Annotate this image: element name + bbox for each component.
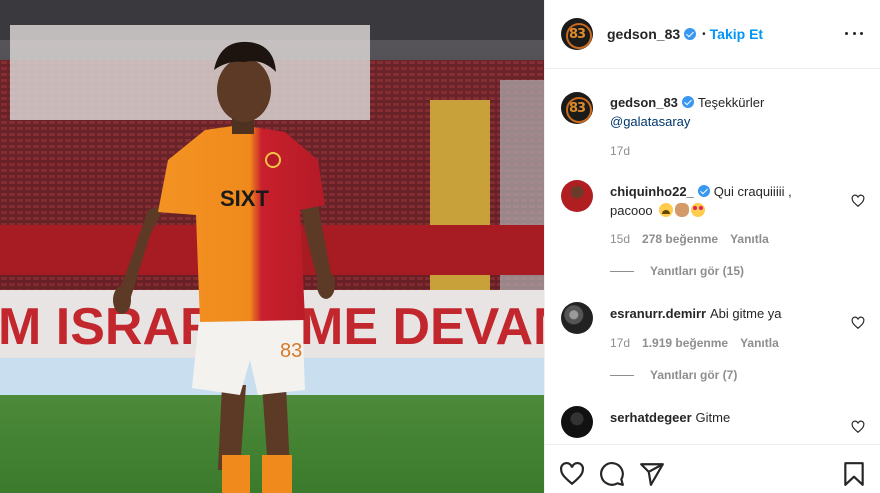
comment-icon[interactable] <box>599 461 625 487</box>
comment-text: Abi gitme ya <box>710 306 782 321</box>
comment-text: Qui craquiiiii , <box>713 184 792 199</box>
post-photo[interactable]: M ISRARLA ME DEVAM E 83 SIXT <box>0 0 544 493</box>
author-avatar-glyph: 83 <box>568 26 586 42</box>
post-image: M ISRARLA ME DEVAM E 83 SIXT <box>0 0 544 493</box>
comment-avatar[interactable] <box>561 180 593 212</box>
shorts-number: 83 <box>280 340 302 362</box>
post-header: 83 gedson_83 • Takip Et <box>545 0 880 69</box>
more-options-icon[interactable] <box>845 24 863 42</box>
share-icon[interactable] <box>639 461 665 487</box>
comment-meta: 15d 278 beğenme Yanıtla <box>610 232 769 246</box>
verified-badge-icon <box>681 96 694 108</box>
view-replies-button[interactable]: Yanıtları gör (15) <box>610 264 744 278</box>
header-separator: • <box>702 28 706 40</box>
view-replies-button[interactable]: Yanıtları gör (7) <box>610 368 737 382</box>
reply-button[interactable]: Yanıtla <box>740 336 779 350</box>
crying-face-emoji-icon <box>658 203 673 217</box>
bookmark-icon[interactable] <box>841 461 867 487</box>
banner-right-text: ME DEVAM E <box>300 298 544 356</box>
heart-icon[interactable] <box>851 316 865 330</box>
comments-list[interactable]: 83 gedson_83 Teşekkürler @galatasaray 17… <box>545 70 880 444</box>
reply-button[interactable]: Yanıtla <box>730 232 769 246</box>
post-actions-bar <box>545 444 880 493</box>
jersey-sponsor: SIXT <box>220 186 269 211</box>
caption-username[interactable]: gedson_83 <box>610 95 678 110</box>
caption-age: 17d <box>610 144 631 158</box>
comment-text-line2: pacooo <box>610 203 653 218</box>
view-replies-label: Yanıtları gör (7) <box>650 368 738 382</box>
heart-icon[interactable] <box>851 420 865 434</box>
comment-username[interactable]: esranurr.demirr <box>610 306 706 321</box>
verified-badge-icon <box>684 28 697 40</box>
caption-text: Teşekkürler <box>697 95 765 110</box>
author-username[interactable]: gedson_83 <box>607 26 680 42</box>
comment-username[interactable]: chiquinho22_ <box>610 184 694 199</box>
author-avatar[interactable]: 83 <box>561 18 593 50</box>
comment-age: 17d <box>610 336 631 350</box>
clapping-hands-emoji-icon <box>674 203 689 217</box>
verified-badge-icon <box>697 185 710 197</box>
comment-meta: 17d 1.919 beğenme Yanıtla <box>610 336 779 350</box>
post-side-panel: 83 gedson_83 • Takip Et 83 gedson_83 Teş… <box>544 0 880 493</box>
heart-eyes-emoji-icon <box>690 203 705 217</box>
heart-icon[interactable] <box>559 461 585 487</box>
caption-avatar[interactable]: 83 <box>561 92 593 124</box>
follow-button[interactable]: Takip Et <box>710 26 763 42</box>
caption-avatar-glyph: 83 <box>568 100 586 116</box>
heart-icon[interactable] <box>851 194 865 208</box>
comment-text: Gitme <box>695 410 731 425</box>
comment-avatar[interactable] <box>561 406 593 438</box>
comment-avatar[interactable] <box>561 302 593 334</box>
comment-username[interactable]: serhatdegeer <box>610 410 692 425</box>
comment-likes[interactable]: 1.919 beğenme <box>642 336 728 350</box>
comment-likes[interactable]: 278 beğenme <box>642 232 718 246</box>
comment-age: 15d <box>610 232 631 246</box>
view-replies-label: Yanıtları gör (15) <box>650 264 745 278</box>
caption-mention[interactable]: @galatasaray <box>610 114 690 129</box>
